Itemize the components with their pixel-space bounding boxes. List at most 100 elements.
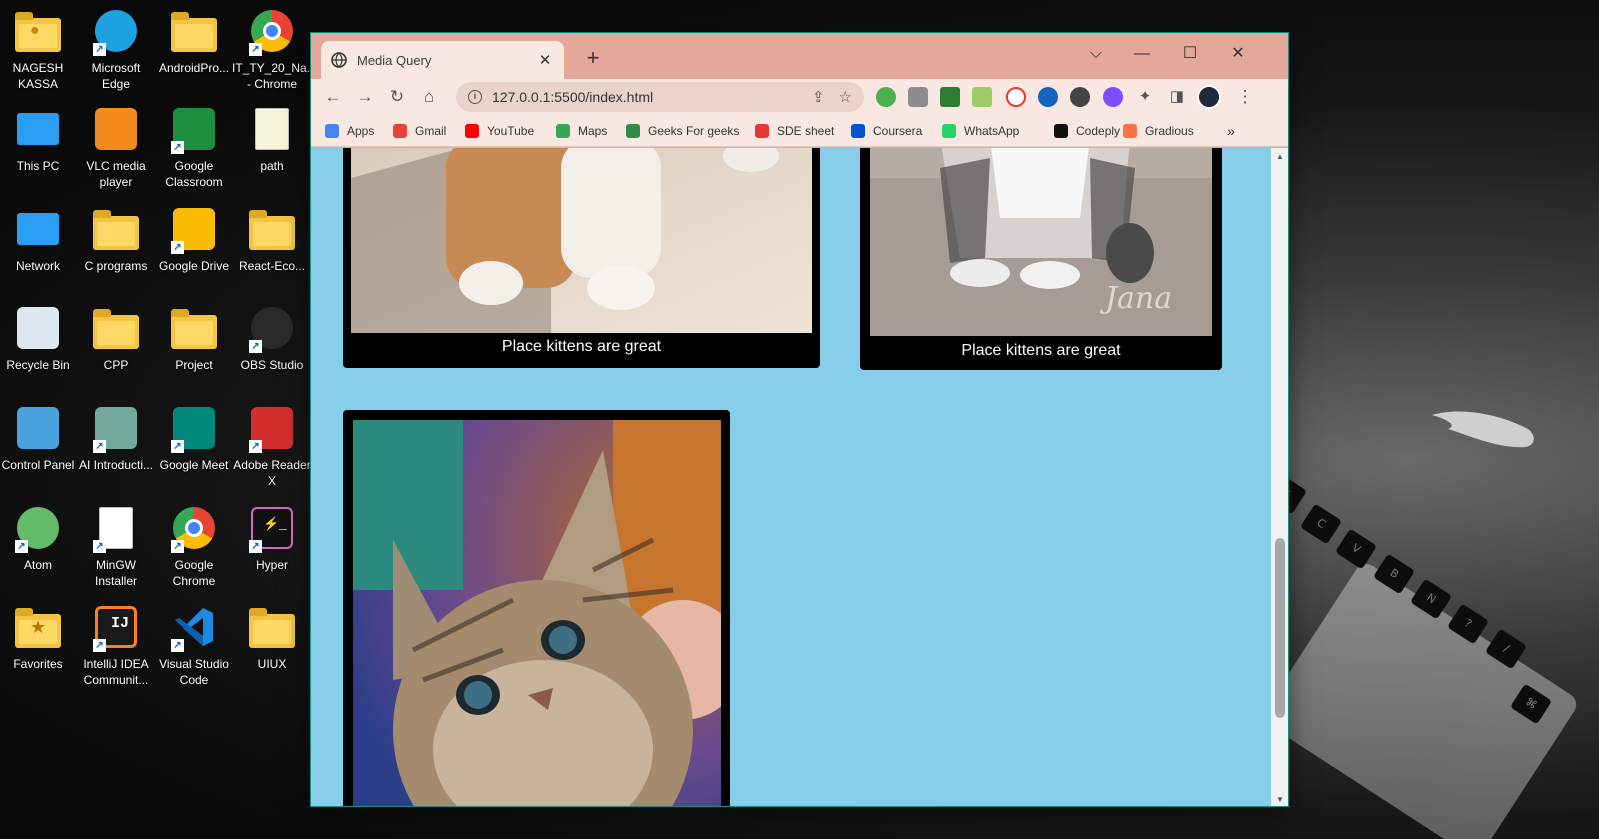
bookmark-label: SDE sheet xyxy=(777,124,835,138)
user-folder-icon: ● xyxy=(13,6,63,56)
desktop-icon[interactable]: ↗ Google Meet xyxy=(154,403,234,495)
bookmark-codeply[interactable]: Codeply xyxy=(1054,122,1120,140)
maximize-button[interactable]: ☐ xyxy=(1167,39,1213,69)
desktop-icon-label: Control Panel xyxy=(1,458,75,472)
bookmark-apps[interactable]: Apps xyxy=(325,122,374,140)
extension-green-plus-icon[interactable] xyxy=(876,87,896,107)
desktop-icon[interactable]: ↗ Microsoft Edge xyxy=(76,6,156,98)
wallpaper-logo xyxy=(1432,411,1534,448)
extension-play-icon[interactable] xyxy=(1006,87,1026,107)
desktop-icon[interactable]: ↗ Google Classroom xyxy=(154,104,234,196)
bookmarks-bar: » Apps Gmail YouTube Maps Geeks For geeks SDE… xyxy=(311,115,1288,147)
forward-arrow-icon[interactable]: → xyxy=(351,83,379,111)
sde-sheet-icon xyxy=(755,124,769,138)
desktop-icon[interactable]: ↗ OBS Studio xyxy=(232,303,312,395)
new-tab-button[interactable]: + xyxy=(581,47,605,71)
bookmark-youtube[interactable]: YouTube xyxy=(465,122,534,140)
shortcut-arrow-icon: ↗ xyxy=(171,141,184,154)
bookmark-sde-sheet[interactable]: SDE sheet xyxy=(755,122,834,140)
desktop-icon[interactable]: ★ Favorites xyxy=(0,602,78,694)
desktop-icon-label: UIUX xyxy=(257,657,287,671)
desktop-icon-label: Visual Studio Code xyxy=(159,657,229,687)
shortcut-arrow-icon: ↗ xyxy=(249,440,262,453)
desktop-icon[interactable]: ↗ Adobe Reader X xyxy=(232,403,312,495)
profile-avatar[interactable] xyxy=(1197,85,1221,109)
desktop-icon[interactable]: ↗ AI Introducti... xyxy=(76,403,156,495)
desktop-icon[interactable]: ● NAGESH KASSA xyxy=(0,6,78,98)
tab-close-icon[interactable]: ✕ xyxy=(536,51,554,69)
share-icon[interactable]: ⇪ xyxy=(812,88,825,106)
page-viewport: Place kittens are great Jana Place kitte… xyxy=(311,148,1271,806)
address-url[interactable]: 127.0.0.1:5500/index.html xyxy=(492,89,798,105)
site-info-icon[interactable]: i xyxy=(468,90,482,104)
desktop-icon[interactable]: IJ ↗ IntelliJ IDEA Communit... xyxy=(76,602,156,694)
shortcut-arrow-icon: ↗ xyxy=(93,43,106,56)
desktop-icon[interactable]: C programs xyxy=(76,204,156,296)
desktop-icon[interactable]: path xyxy=(232,104,312,196)
extension-glasses-icon[interactable] xyxy=(1070,87,1090,107)
close-window-button[interactable]: ✕ xyxy=(1215,39,1261,69)
desktop-icon[interactable]: ↗ Visual Studio Code xyxy=(154,602,234,694)
desktop-icon[interactable]: ↗ Google Drive xyxy=(154,204,234,296)
apps-icon xyxy=(325,124,339,138)
tab-search-chevron-icon[interactable]: ⌵ xyxy=(1073,39,1119,69)
bookmark-star-icon[interactable]: ☆ xyxy=(839,88,852,106)
desktop-icon[interactable]: Recycle Bin xyxy=(0,303,78,395)
bookmark-whatsapp[interactable]: WhatsApp xyxy=(942,122,1019,140)
bookmarks-more-icon[interactable]: » xyxy=(1227,122,1235,140)
desktop-icon[interactable]: UIUX xyxy=(232,602,312,694)
desktop-icon[interactable]: CPP xyxy=(76,303,156,395)
address-bar[interactable]: i 127.0.0.1:5500/index.html ⇪ ☆ xyxy=(456,82,864,112)
kitten-card xyxy=(343,410,730,806)
back-arrow-icon[interactable]: ← xyxy=(319,83,347,111)
page-scrollbar[interactable]: ▲ ▼ xyxy=(1271,148,1288,806)
extension-image-icon[interactable] xyxy=(972,87,992,107)
desktop-icon-label: CPP xyxy=(103,358,129,372)
reload-icon[interactable]: ↻ xyxy=(383,83,411,111)
hyper-terminal-icon: ⚡_ ↗ xyxy=(247,503,297,553)
desktop-icon-label: Google Classroom xyxy=(165,159,223,189)
bookmark-gradious[interactable]: Gradious xyxy=(1123,122,1194,140)
desktop-icon-grid: ● NAGESH KASSA ↗ Microsoft Edge AndroidPro..… xyxy=(0,0,317,839)
desktop-icon-label: Network xyxy=(15,259,60,273)
desktop-icon-label: This PC xyxy=(16,159,60,173)
desktop-icon[interactable]: Network xyxy=(0,204,78,296)
home-icon[interactable]: ⌂ xyxy=(415,83,443,111)
desktop-icon[interactable]: ⚡_ ↗ Hyper xyxy=(232,503,312,595)
tab-media-query[interactable]: Media Query ✕ xyxy=(321,41,564,79)
menu-kebab-icon[interactable]: ⋮ xyxy=(1231,83,1259,111)
side-panel-icon[interactable]: ◨ xyxy=(1163,83,1191,111)
bookmark-gmail[interactable]: Gmail xyxy=(393,122,446,140)
desktop-icon[interactable]: This PC xyxy=(0,104,78,196)
extensions-puzzle-icon[interactable]: ✦ xyxy=(1131,83,1159,111)
desktop-icon[interactable]: ↗ MinGW Installer xyxy=(76,503,156,595)
file-icon: ↗ xyxy=(91,503,141,553)
extension-blue-icon[interactable] xyxy=(1038,87,1058,107)
scroll-down-arrow-icon[interactable]: ▼ xyxy=(1275,795,1285,804)
desktop-icon[interactable]: ↗ Atom xyxy=(0,503,78,595)
kitten-card: Jana Place kittens are great xyxy=(860,148,1222,370)
scroll-up-arrow-icon[interactable]: ▲ xyxy=(1275,152,1285,161)
extension-tree-icon[interactable] xyxy=(940,87,960,107)
desktop-icon-label: IT_TY_20_Na... - Chrome xyxy=(232,61,317,91)
extension-bug-icon[interactable] xyxy=(908,87,928,107)
bookmark-geeks-for-geeks[interactable]: Geeks For geeks xyxy=(626,122,739,140)
desktop-icon[interactable]: Control Panel xyxy=(0,403,78,495)
desktop-icon-label: IntelliJ IDEA Communit... xyxy=(83,657,149,687)
extension-gear-purple-icon[interactable] xyxy=(1103,87,1123,107)
desktop-icon[interactable]: ↗ IT_TY_20_Na... - Chrome xyxy=(232,6,317,98)
desktop-icon-label: Hyper xyxy=(255,558,288,572)
desktop-icon[interactable]: VLC media player xyxy=(76,104,156,196)
desktop-icon[interactable]: React-Eco... xyxy=(232,204,312,296)
scrollbar-thumb[interactable] xyxy=(1275,538,1285,718)
desktop-icon-label: React-Eco... xyxy=(238,259,306,273)
desktop-icon[interactable]: AndroidPro... xyxy=(154,6,234,98)
tab-title: Media Query xyxy=(357,52,432,68)
minimize-button[interactable]: — xyxy=(1119,39,1165,69)
bookmark-maps[interactable]: Maps xyxy=(556,122,607,140)
shortcut-arrow-icon: ↗ xyxy=(249,540,262,553)
desktop-icon[interactable]: ↗ Google Chrome xyxy=(154,503,234,595)
bookmark-coursera[interactable]: Coursera xyxy=(851,122,922,140)
desktop-icon[interactable]: Project xyxy=(154,303,234,395)
desktop-icon-label: AndroidPro... xyxy=(158,61,230,75)
